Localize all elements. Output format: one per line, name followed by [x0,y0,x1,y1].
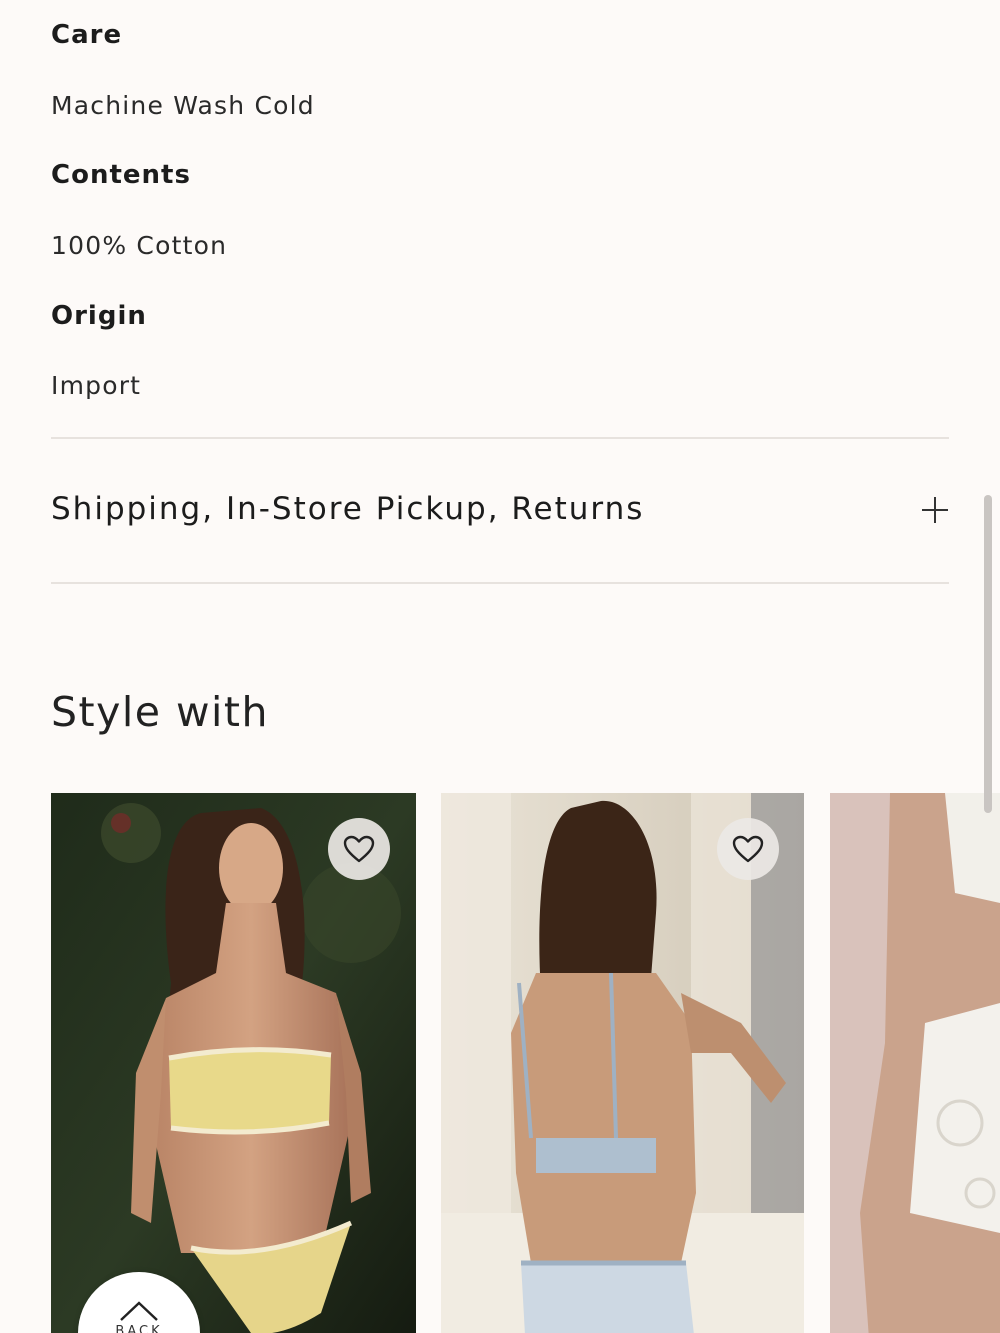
contents-label: Contents [51,160,191,190]
divider-bottom [51,582,949,584]
product-card-white-lace[interactable] [830,793,1000,1333]
heart-icon [732,835,764,863]
shipping-returns-accordion[interactable]: Shipping, In-Store Pickup, Returns [51,440,949,582]
plus-icon[interactable] [921,496,949,524]
divider-top [51,437,949,439]
origin-label: Origin [51,301,147,331]
origin-value: Import [51,371,142,400]
chevron-up-icon [120,1301,158,1321]
care-value: Machine Wash Cold [51,91,315,120]
shipping-returns-label: Shipping, In-Store Pickup, Returns [51,491,645,527]
product-image-white-lace [830,793,1000,1333]
back-to-top-label: BACK [115,1324,163,1333]
style-with-title: Style with [51,688,269,736]
wishlist-button-1[interactable] [328,818,390,880]
contents-value: 100% Cotton [51,231,228,260]
page-scrollbar[interactable] [984,495,992,813]
product-details-page: Care Machine Wash Cold Contents 100% Cot… [0,0,1000,1333]
product-card-blue-gingham[interactable] [441,793,804,1333]
heart-icon [343,835,375,863]
care-label: Care [51,20,123,50]
wishlist-button-2[interactable] [717,818,779,880]
product-card-yellow-gingham[interactable] [51,793,416,1333]
